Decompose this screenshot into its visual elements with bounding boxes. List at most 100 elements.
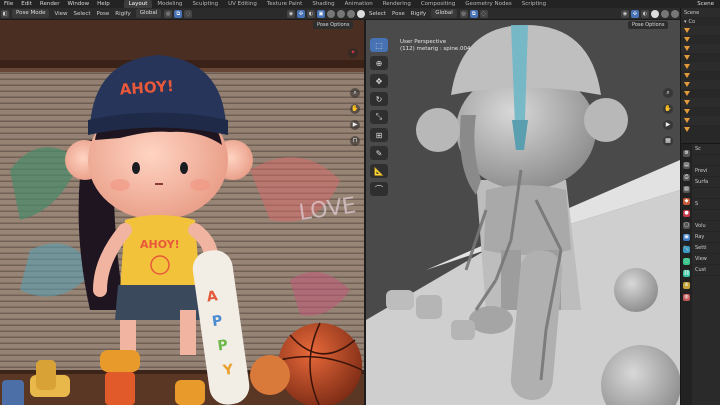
properties-row[interactable] xyxy=(693,188,720,199)
right-menu-select[interactable]: Select xyxy=(366,11,389,17)
tab-sculpting[interactable]: Sculpting xyxy=(187,0,223,8)
overlay-icon[interactable]: ◐ xyxy=(307,9,315,18)
right-pan-hand-icon[interactable]: ✋ xyxy=(663,104,673,114)
properties-row[interactable]: Previ xyxy=(693,166,720,177)
xray-icon[interactable]: ▣ xyxy=(317,9,325,18)
menu-window[interactable]: Window xyxy=(63,1,93,7)
pose-tool-icon[interactable]: ⌒ xyxy=(370,182,388,196)
cursor-icon[interactable]: ⊕ xyxy=(370,56,388,70)
data-tab-icon[interactable]: ⋔ xyxy=(683,282,690,289)
outliner-row[interactable] xyxy=(681,71,720,80)
menu-view[interactable]: View xyxy=(51,11,70,17)
right-camera-icon[interactable]: ▶ xyxy=(663,120,673,130)
right-shading-solid-icon[interactable] xyxy=(651,9,659,18)
render-viewport[interactable]: LOVE AHOY! AHOY! A P P Y xyxy=(0,20,364,405)
properties-row[interactable]: Setti xyxy=(693,243,720,254)
transform-icon[interactable]: ⊞ xyxy=(370,128,388,142)
right-zoom-icon[interactable]: ⌕ xyxy=(663,88,673,98)
tab-geometry-nodes[interactable]: Geometry Nodes xyxy=(460,0,516,8)
orientation-dropdown[interactable]: Global xyxy=(135,9,162,18)
physics-tab-icon[interactable]: ◌ xyxy=(683,258,690,265)
right-gizmo-icon[interactable]: ✣ xyxy=(631,9,639,18)
outliner-row[interactable] xyxy=(681,44,720,53)
left-gizmo-icon[interactable]: ✦ xyxy=(348,48,358,58)
menu-edit[interactable]: Edit xyxy=(17,1,36,7)
shading-solid-icon[interactable] xyxy=(337,9,345,18)
tab-texture-paint[interactable]: Texture Paint xyxy=(262,0,308,8)
visibility-icon[interactable]: ◉ xyxy=(287,9,295,18)
right-menu-rigify[interactable]: Rigify xyxy=(408,11,429,17)
right-pose-options[interactable]: Pose Options xyxy=(628,21,669,29)
outliner-row[interactable] xyxy=(681,125,720,134)
outliner-collection-row[interactable]: ▾ Co xyxy=(681,17,720,26)
outliner-row[interactable] xyxy=(681,116,720,125)
tool-tab-icon[interactable]: ⚙ xyxy=(683,150,690,157)
properties-row[interactable] xyxy=(693,155,720,166)
solid-viewport[interactable]: User Perspective (112) metarig : spine.0… xyxy=(366,20,680,405)
zoom-icon[interactable]: ⌕ xyxy=(350,88,360,98)
properties-row[interactable]: Sc xyxy=(693,144,720,155)
editor-type-icon[interactable]: ◧ xyxy=(1,9,9,18)
right-overlay-icon[interactable]: ◐ xyxy=(641,9,649,18)
annotate-icon[interactable]: ✎ xyxy=(370,146,388,160)
mode-dropdown[interactable]: Pose Mode xyxy=(12,9,50,18)
outliner-row[interactable] xyxy=(681,98,720,107)
scene-selector[interactable]: Scene xyxy=(691,1,720,7)
collection-tab-icon[interactable]: ▢ xyxy=(683,222,690,229)
proportional-icon[interactable]: ◌ xyxy=(184,9,193,18)
shading-rendered-icon[interactable] xyxy=(357,9,365,18)
move-icon[interactable]: ✥ xyxy=(370,74,388,88)
properties-row[interactable]: Volu xyxy=(693,221,720,232)
constraint-tab-icon[interactable]: ⛓ xyxy=(683,270,690,277)
select-box-icon[interactable]: ⬚ xyxy=(370,38,388,52)
material-tab-icon[interactable]: ◍ xyxy=(683,294,690,301)
render-tab-icon[interactable]: ▤ xyxy=(683,162,690,169)
outliner-row[interactable] xyxy=(681,62,720,71)
shading-wire-icon[interactable] xyxy=(327,9,335,18)
camera-icon[interactable]: ▶ xyxy=(350,120,360,130)
right-proportional-icon[interactable]: ◌ xyxy=(479,9,488,18)
scale-icon[interactable]: ⤡ xyxy=(370,110,388,124)
tab-layout[interactable]: Layout xyxy=(123,0,153,8)
menu-render[interactable]: Render xyxy=(36,1,64,7)
right-visibility-icon[interactable]: ◉ xyxy=(621,9,629,18)
snap-icon[interactable]: ⧉ xyxy=(174,9,183,18)
right-shading-material-icon[interactable] xyxy=(661,9,669,18)
menu-help[interactable]: Help xyxy=(93,1,114,7)
view-layer-tab-icon[interactable]: ▧ xyxy=(683,186,690,193)
outliner-row[interactable] xyxy=(681,35,720,44)
rotate-icon[interactable]: ↻ xyxy=(370,92,388,106)
tab-uv-editing[interactable]: UV Editing xyxy=(223,0,262,8)
outliner-row[interactable] xyxy=(681,89,720,98)
measure-icon[interactable]: 📐 xyxy=(370,164,388,178)
properties-row[interactable]: Surfa xyxy=(693,177,720,188)
properties-row[interactable]: View xyxy=(693,254,720,265)
object-tab-icon[interactable]: ▣ xyxy=(683,234,690,241)
outliner-row[interactable] xyxy=(681,107,720,116)
tab-modeling[interactable]: Modeling xyxy=(152,0,187,8)
outliner-scene-row[interactable]: Scene xyxy=(681,8,720,17)
right-pivot-icon[interactable]: ◎ xyxy=(459,9,468,18)
tab-rendering[interactable]: Rendering xyxy=(378,0,416,8)
tab-animation[interactable]: Animation xyxy=(340,0,378,8)
right-snap-icon[interactable]: ⧉ xyxy=(469,9,478,18)
pan-hand-icon[interactable]: ✋ xyxy=(350,104,360,114)
outliner-row[interactable] xyxy=(681,53,720,62)
scene-tab-icon[interactable]: ◆ xyxy=(683,198,690,205)
properties-row[interactable] xyxy=(693,210,720,221)
tab-shading[interactable]: Shading xyxy=(307,0,339,8)
pivot-icon[interactable]: ◎ xyxy=(164,9,173,18)
gizmo-icon[interactable]: ✣ xyxy=(297,9,305,18)
properties-row[interactable]: S xyxy=(693,199,720,210)
shading-material-icon[interactable] xyxy=(347,9,355,18)
right-menu-pose[interactable]: Pose xyxy=(389,11,408,17)
tab-compositing[interactable]: Compositing xyxy=(416,0,460,8)
menu-rigify[interactable]: Rigify xyxy=(112,11,133,17)
properties-row[interactable]: Ray xyxy=(693,232,720,243)
left-pose-options[interactable]: Pose Options xyxy=(313,21,354,29)
outliner-row[interactable] xyxy=(681,26,720,35)
outliner-row[interactable] xyxy=(681,80,720,89)
properties-row[interactable]: Cust xyxy=(693,265,720,276)
menu-file[interactable]: File xyxy=(0,1,17,7)
menu-select[interactable]: Select xyxy=(71,11,94,17)
